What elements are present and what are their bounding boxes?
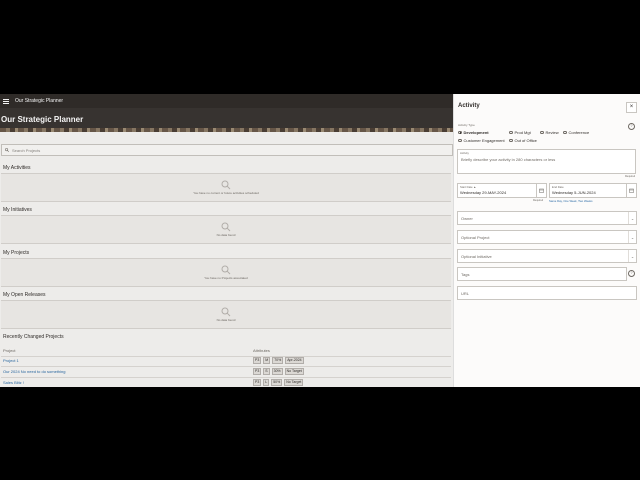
start-date-field[interactable]: Start Date ▲ Wednesday 29-MAY-2024 (457, 183, 547, 198)
radio-dot (509, 138, 513, 143)
radio-label: Conference (568, 130, 590, 135)
main-app: Our Strategic Planner Our Strategic Plan… (0, 94, 453, 387)
initiative-placeholder: Optional Initiative (461, 254, 492, 259)
radio-customer-engagement[interactable]: Customer Engagement (458, 138, 505, 143)
activity-placeholder: Briefly describe your activity in 280 ch… (461, 157, 556, 162)
help-icon[interactable]: ? (628, 123, 635, 130)
radio-dot (509, 130, 513, 135)
tags-placeholder: Tags (461, 272, 470, 277)
radio-out-of-office[interactable]: Out of Office (509, 138, 537, 143)
activity-drawer: Activity × Activity Type ? Development P… (453, 94, 640, 387)
chevron-down-icon: ⌄ (628, 212, 636, 224)
url-input[interactable]: URL (457, 286, 637, 300)
calendar-icon[interactable] (626, 184, 636, 197)
drawer-title: Activity (458, 103, 480, 109)
radio-label: Customer Engagement (463, 138, 505, 143)
radio-prod-mgt[interactable]: Prod Mgt (509, 130, 531, 135)
radio-label: Development (463, 130, 489, 135)
end-date-shortcuts[interactable]: Same Day, One Week, Two Weeks (549, 199, 592, 203)
project-select[interactable]: Optional Project ⌄ (457, 230, 637, 244)
radio-dot (563, 130, 567, 135)
calendar-icon[interactable] (536, 184, 546, 197)
chevron-down-icon: ⌄ (628, 231, 636, 243)
tags-input[interactable]: Tags (457, 267, 627, 281)
required-text: Required (625, 175, 636, 178)
help-icon[interactable]: ? (628, 270, 635, 277)
radio-label: Out of Office (514, 138, 537, 143)
radio-dot (458, 138, 462, 143)
radio-dot (540, 130, 544, 135)
activity-textarea[interactable]: Activity Briefly describe your activity … (457, 149, 636, 174)
end-date-label: End Date (552, 185, 564, 189)
project-placeholder: Optional Project (461, 235, 490, 240)
required-text: Required (533, 199, 544, 202)
radio-development[interactable]: Development (458, 130, 489, 135)
activity-type-label: Activity Type (458, 123, 475, 127)
url-placeholder: URL (461, 291, 470, 296)
start-date-value: Wednesday 29-MAY-2024 (460, 190, 507, 195)
modal-scrim[interactable] (0, 94, 453, 387)
initiative-select[interactable]: Optional Initiative ⌄ (457, 249, 637, 263)
owner-select[interactable]: Owner ⌄ (457, 211, 637, 225)
radio-review[interactable]: Review (540, 130, 559, 135)
close-icon[interactable]: × (626, 102, 637, 113)
radio-label: Prod Mgt (514, 130, 531, 135)
chevron-down-icon: ⌄ (628, 250, 636, 262)
end-date-field[interactable]: End Date Wednesday 5-JUN-2024 (549, 183, 637, 198)
radio-conference[interactable]: Conference (563, 130, 589, 135)
radio-label: Review (545, 130, 559, 135)
activity-field-label: Activity (460, 151, 469, 155)
start-date-label: Start Date ▲ (460, 185, 477, 189)
radio-dot (458, 130, 462, 135)
owner-placeholder: Owner (461, 216, 473, 221)
screen: Our Strategic Planner Our Strategic Plan… (0, 94, 640, 387)
end-date-value: Wednesday 5-JUN-2024 (552, 190, 596, 195)
